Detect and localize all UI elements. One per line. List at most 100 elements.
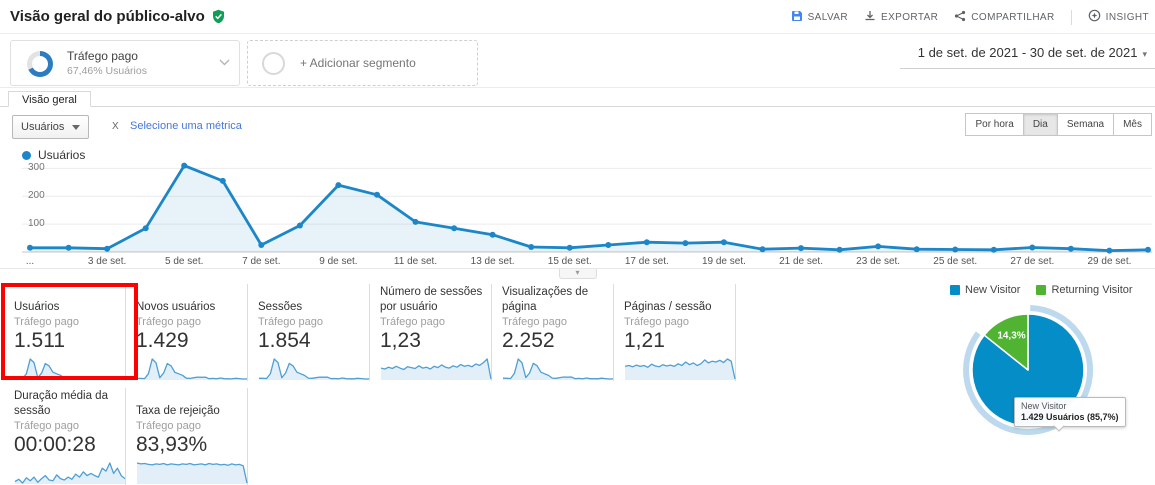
x-tick-label: 5 de set. — [165, 256, 203, 267]
x-tick-label: 27 de set. — [1010, 256, 1054, 267]
page-title-text: Visão geral do público-alvo — [10, 8, 205, 25]
metric-card-novos-usu-rios[interactable]: Novos usuáriosTráfego pago1.429 — [136, 284, 248, 381]
card-segment-label: Tráfego pago — [14, 316, 117, 328]
pie-tooltip: New Visitor 1.429 Usuários (85,7%) — [1014, 397, 1126, 427]
card-segment-label: Tráfego pago — [258, 316, 361, 328]
card-title: Usuários — [14, 284, 117, 314]
vs-label: X — [112, 121, 119, 132]
x-tick-label: 3 de set. — [88, 256, 126, 267]
granularity-dia[interactable]: Dia — [1023, 113, 1058, 136]
card-value: 1.854 — [258, 329, 361, 353]
card-value: 83,93% — [136, 433, 239, 457]
export-label: EXPORTAR — [881, 12, 938, 23]
share-label: COMPARTILHAR — [971, 12, 1054, 23]
x-tick-label: 9 de set. — [319, 256, 357, 267]
segment-name: Tráfego pago — [67, 49, 138, 63]
metric-sparkline — [380, 355, 492, 381]
metric-dropdown-label: Usuários — [21, 121, 64, 133]
annotations-expander[interactable]: ▾ — [559, 269, 597, 279]
metric-card-visualiza-es-de-p-gina[interactable]: Visualizações de página Tráfego pago2.252 — [502, 284, 614, 381]
insight-label: INSIGHT — [1106, 12, 1149, 23]
add-segment-button[interactable]: + Adicionar segmento — [247, 40, 478, 86]
users-line-chart[interactable] — [22, 158, 1152, 254]
visitor-pie-chart[interactable]: 14,3% — [930, 294, 1140, 464]
x-tick-label: 25 de set. — [933, 256, 977, 267]
card-segment-label: Tráfego pago — [136, 316, 239, 328]
metric-cards-row-1: UsuáriosTráfego pago1.511Novos usuáriosT… — [14, 284, 746, 381]
select-metric-link[interactable]: Selecione uma métrica — [130, 120, 242, 132]
card-value: 1,21 — [624, 329, 727, 353]
card-value: 00:00:28 — [14, 433, 117, 457]
date-caret-icon: ▾ — [1142, 49, 1147, 59]
card-title: Taxa de rejeição — [136, 388, 239, 418]
users-chart-region: 100 200 300 ... 3 de set. 5 de set. 7 de set.… — [0, 158, 1155, 280]
granularity-mês[interactable]: Mês — [1113, 113, 1152, 136]
insight-button[interactable]: INSIGHT — [1088, 9, 1149, 25]
card-title: Duração média da sessão — [14, 388, 117, 418]
x-tick-label: 17 de set. — [625, 256, 669, 267]
page-title: Visão geral do público-alvo — [10, 8, 226, 25]
share-icon — [954, 10, 966, 25]
tooltip-value: 1.429 Usuários (85,7%) — [1021, 412, 1119, 422]
save-button[interactable]: SALVAR — [791, 10, 848, 25]
tooltip-series-name: New Visitor — [1021, 401, 1119, 411]
download-icon — [864, 10, 876, 25]
card-segment-label: Tráfego pago — [136, 420, 239, 432]
y-tick-label: 100 — [28, 218, 45, 229]
card-segment-label: Tráfego pago — [502, 316, 605, 328]
x-tick-label: ... — [26, 256, 34, 267]
card-segment-label: Tráfego pago — [380, 316, 483, 328]
segment-donut-icon — [27, 51, 53, 77]
verified-shield-icon — [211, 9, 226, 24]
x-tick-label: 15 de set. — [548, 256, 592, 267]
metric-card-taxa-de-rejei-o[interactable]: Taxa de rejeição Tráfego pago83,93% — [136, 388, 248, 485]
metric-sparkline — [14, 459, 126, 485]
x-tick-label: 13 de set. — [471, 256, 515, 267]
metric-card-dura-o-m-dia-da-sess-o[interactable]: Duração média da sessãoTráfego pago00:00… — [14, 388, 126, 485]
date-range-picker[interactable]: 1 de set. de 2021 - 30 de set. de 2021 ▾ — [900, 40, 1155, 69]
card-value: 1,23 — [380, 329, 483, 353]
metric-sparkline — [136, 355, 248, 381]
y-tick-label: 300 — [28, 162, 45, 173]
chevron-down-icon — [72, 125, 80, 130]
x-tick-label: 19 de set. — [702, 256, 746, 267]
x-tick-label: 29 de set. — [1087, 256, 1131, 267]
metric-sparkline — [502, 355, 614, 381]
metric-card-sess-es[interactable]: SessõesTráfego pago1.854 — [258, 284, 370, 381]
date-range-text: 1 de set. de 2021 - 30 de set. de 2021 — [918, 45, 1138, 60]
chevron-down-icon[interactable] — [219, 53, 230, 71]
export-button[interactable]: EXPORTAR — [864, 10, 938, 25]
tab-bar: Visão geral — [0, 87, 1155, 107]
card-title: Páginas / sessão — [624, 284, 727, 314]
add-segment-label: + Adicionar segmento — [300, 56, 416, 70]
tab-visao-geral[interactable]: Visão geral — [8, 91, 91, 107]
pie-slice-label: 14,3% — [997, 331, 1025, 342]
granularity-group: Por horaDiaSemanaMês — [966, 113, 1152, 136]
segment-subtitle: 67,46% Usuários — [67, 65, 147, 77]
share-button[interactable]: COMPARTILHAR — [954, 10, 1054, 25]
card-value: 1.429 — [136, 329, 239, 353]
header: Visão geral do público-alvo SALVAR EXPOR… — [0, 0, 1155, 34]
card-segment-label: Tráfego pago — [624, 316, 727, 328]
insight-icon — [1088, 9, 1101, 25]
card-value: 1.511 — [14, 329, 117, 353]
x-tick-label: 21 de set. — [779, 256, 823, 267]
metric-sparkline — [624, 355, 736, 381]
x-tick-label: 11 de set. — [394, 256, 437, 267]
granularity-semana[interactable]: Semana — [1057, 113, 1114, 136]
save-icon — [791, 10, 803, 25]
card-title: Número de sessões por usuário — [380, 284, 483, 314]
metric-card-usu-rios[interactable]: Usuários Tráfego pago1.511 — [14, 284, 126, 381]
segment-chip-trafego-pago[interactable]: Tráfego pago 67,46% Usuários — [10, 40, 240, 86]
metric-card-p-ginas-sess-o[interactable]: Páginas / sessão Tráfego pago1,21 — [624, 284, 736, 381]
y-tick-label: 200 — [28, 190, 45, 201]
tab-label: Visão geral — [22, 94, 77, 106]
granularity-por-hora[interactable]: Por hora — [965, 113, 1023, 136]
card-title: Visualizações de página — [502, 284, 605, 314]
metric-cards-row-2: Duração média da sessão Tráfego pago 00:00… — [14, 388, 258, 485]
metric-card-n-mero-de-sess-es-por-usu-rio[interactable]: Número de sessões por usuário Tráfego pag… — [380, 284, 492, 381]
card-value: 2.252 — [502, 329, 605, 353]
metric-dropdown[interactable]: Usuários — [12, 115, 89, 139]
x-tick-label: 7 de set. — [242, 256, 280, 267]
x-tick-label: 23 de set. — [856, 256, 900, 267]
